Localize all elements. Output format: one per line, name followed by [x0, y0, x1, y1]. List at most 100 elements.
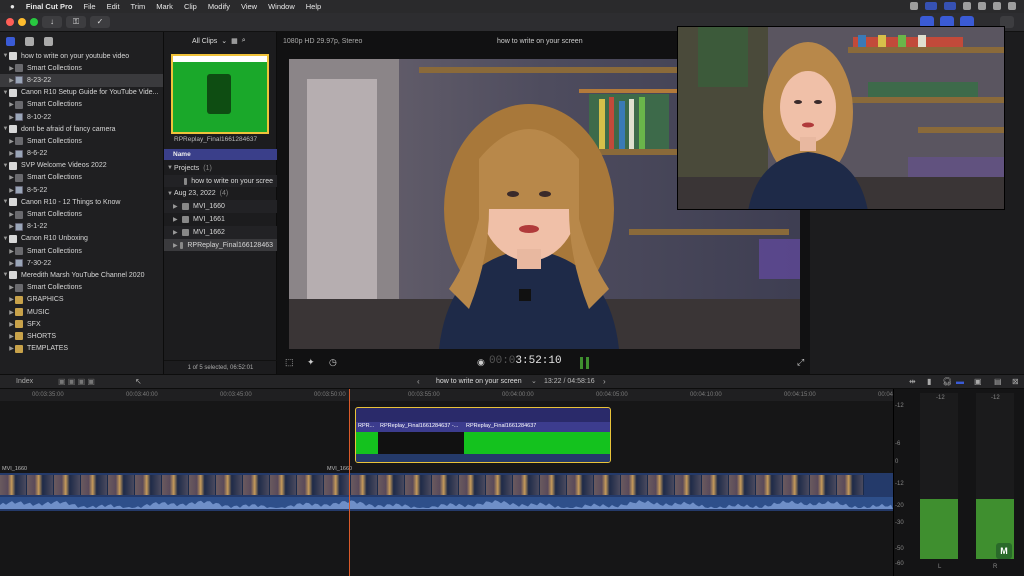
disclosure-triangle-icon[interactable]: ▼ [2, 126, 9, 132]
disclosure-triangle-icon[interactable]: ▶ [8, 77, 15, 84]
library-item[interactable]: ▶ MUSIC [0, 306, 163, 318]
disclosure-triangle-icon[interactable]: ▶ [8, 345, 15, 352]
disclosure-triangle-icon[interactable]: ▶ [8, 284, 15, 291]
screen-record-icon[interactable] [925, 2, 937, 10]
menu-mark[interactable]: Mark [156, 2, 173, 11]
menu-view[interactable]: View [241, 2, 257, 11]
disclosure-triangle-icon[interactable]: ▼ [2, 163, 9, 169]
timecode-display[interactable]: 00:03:52:10 [489, 355, 562, 367]
disclosure-triangle-icon[interactable]: ▶ [8, 321, 15, 328]
titles-generators-tab-icon[interactable] [44, 36, 53, 46]
minimize-window-button[interactable] [18, 18, 26, 26]
browser-row[interactable]: ▶ MVI_1660 [164, 200, 277, 213]
history-forward-icon[interactable]: › [603, 377, 606, 386]
disclosure-triangle-icon[interactable]: ▶ [8, 223, 15, 230]
menu-app-name[interactable]: Final Cut Pro [26, 2, 73, 11]
library-item[interactable]: ▼ Meredith Marsh YouTube Channel 2020 [0, 269, 163, 281]
library-item[interactable]: ▶ 8-5-22 [0, 184, 163, 196]
library-item[interactable]: ▶ 8-23-22 [0, 74, 163, 87]
search-icon[interactable]: ⌕ [242, 37, 246, 45]
disclosure-triangle-icon[interactable]: ▶ [8, 333, 15, 340]
close-window-button[interactable] [6, 18, 14, 26]
library-item[interactable]: ▶ 8-10-22 [0, 111, 163, 123]
library-item[interactable]: ▼ Canon R10 - 12 Things to Know [0, 196, 163, 208]
menu-file[interactable]: File [84, 2, 96, 11]
disclosure-triangle-icon[interactable]: ▼ [2, 236, 9, 242]
menu-help[interactable]: Help [306, 2, 321, 11]
connected-clip-segment-2[interactable] [378, 432, 464, 454]
library-item[interactable]: ▶ GRAPHICS [0, 294, 163, 306]
disclosure-triangle-icon[interactable]: ▶ [8, 174, 15, 181]
library-item[interactable]: ▶ 7-30-22 [0, 257, 163, 269]
clip-appearance-toggle-icon[interactable]: ▣ [974, 377, 982, 386]
zoom-window-button[interactable] [30, 18, 38, 26]
clip-thumbnail[interactable] [171, 54, 269, 134]
menu-clip[interactable]: Clip [184, 2, 197, 11]
disclosure-triangle-icon[interactable]: ▶ [8, 260, 15, 267]
browser-row[interactable]: ▶ MVI_1661 [164, 213, 277, 226]
library-item[interactable]: ▶ Smart Collections [0, 62, 163, 74]
disclosure-triangle-icon[interactable]: ▶ [8, 187, 15, 194]
library-item[interactable]: ▼ Canon R10 Setup Guide for YouTube Vide.… [0, 87, 163, 99]
import-button[interactable]: ↓ [42, 16, 62, 28]
library-item[interactable]: ▶ Smart Collections [0, 282, 163, 294]
headphones-icon[interactable]: 🎧︎ [942, 377, 952, 386]
library-item[interactable]: ▶ Smart Collections [0, 208, 163, 220]
library-item[interactable]: ▶ SFX [0, 318, 163, 330]
connected-clip-segment-3[interactable] [464, 432, 610, 454]
photos-audio-tab-icon[interactable] [25, 36, 34, 46]
bluetooth-icon[interactable] [978, 2, 986, 10]
library-item[interactable]: ▶ Smart Collections [0, 172, 163, 184]
browser-row[interactable]: how to write on your scree [164, 174, 277, 188]
project-name[interactable]: how to write on your screen [436, 378, 522, 385]
transform-tool-icon[interactable]: ⬚ [285, 357, 294, 368]
name-column-header[interactable]: Name [164, 149, 277, 160]
speed-tool-icon[interactable]: ◷ [329, 357, 337, 368]
library-item[interactable]: ▼ how to write on your youtube video [0, 50, 163, 62]
library-item[interactable]: ▶ 8-1-22 [0, 221, 163, 233]
browser-row[interactable]: ▶ MVI_1662 [164, 226, 277, 239]
clip-appearance-icon[interactable]: ▦ [231, 37, 238, 45]
library-item[interactable]: ▶ TEMPLATES [0, 343, 163, 355]
connected-clip-group[interactable]: RPR... RPReplay_Final1661284637 -... RPR… [355, 407, 611, 463]
apple-menu-icon[interactable]: ● [10, 2, 15, 11]
browser-row[interactable]: ▼ Aug 23, 2022 (4) [164, 188, 277, 201]
disclosure-triangle-icon[interactable]: ▶ [173, 242, 178, 249]
library-item[interactable]: ▼ dont be afraid of fancy camera [0, 123, 163, 135]
disclosure-triangle-icon[interactable]: ▶ [173, 216, 180, 223]
library-item[interactable]: ▼ SVP Welcome Videos 2022 [0, 160, 163, 172]
library-item[interactable]: ▶ 8-6-22 [0, 148, 163, 160]
fullscreen-icon[interactable]: ⤢ [797, 357, 804, 368]
clip-filter-chevron-icon[interactable]: ⌄ [221, 37, 227, 45]
timeline-ruler[interactable]: 00:03:35:00 00:03:40:00 00:03:45:00 00:03:5… [0, 389, 910, 401]
menu-trim[interactable]: Trim [131, 2, 146, 11]
transitions-browser-icon[interactable]: ⊠ [1012, 377, 1019, 386]
menu-modify[interactable]: Modify [208, 2, 230, 11]
effects-browser-icon[interactable]: ▤ [994, 377, 1002, 386]
library-item[interactable]: ▼ Canon R10 Unboxing [0, 233, 163, 245]
audio-skimming-icon[interactable]: ▮ [927, 377, 931, 386]
primary-storyline-clip[interactable] [0, 473, 893, 511]
disclosure-triangle-icon[interactable]: ▼ [2, 272, 9, 278]
location-icon[interactable] [910, 2, 918, 10]
clip-appearance-icon[interactable]: ▣ ▣ ▣ ▣ [58, 377, 95, 386]
control-center-icon[interactable] [1008, 2, 1016, 10]
library-item[interactable]: ▶ Smart Collections [0, 135, 163, 147]
libraries-tab-icon[interactable] [6, 36, 15, 46]
disclosure-triangle-icon[interactable]: ▶ [8, 65, 15, 72]
skimming-icon[interactable]: ⇹ [909, 377, 916, 386]
globe-icon[interactable] [963, 2, 971, 10]
timeline-index-button[interactable]: Index [16, 378, 33, 385]
display-icon[interactable] [944, 2, 956, 10]
disclosure-triangle-icon[interactable]: ▼ [2, 53, 9, 59]
enhance-tool-icon[interactable]: ✦ [307, 357, 315, 368]
disclosure-triangle-icon[interactable]: ▶ [173, 229, 180, 236]
clip-filter-dropdown[interactable]: All Clips [192, 38, 217, 45]
library-item[interactable]: ▶ Smart Collections [0, 99, 163, 111]
keyword-button[interactable]: ⚿ [66, 16, 86, 28]
history-back-icon[interactable]: ‹ [417, 377, 420, 386]
disclosure-triangle-icon[interactable]: ▶ [8, 211, 15, 218]
battery-icon[interactable] [993, 2, 1001, 10]
menu-window[interactable]: Window [268, 2, 295, 11]
menu-edit[interactable]: Edit [107, 2, 120, 11]
